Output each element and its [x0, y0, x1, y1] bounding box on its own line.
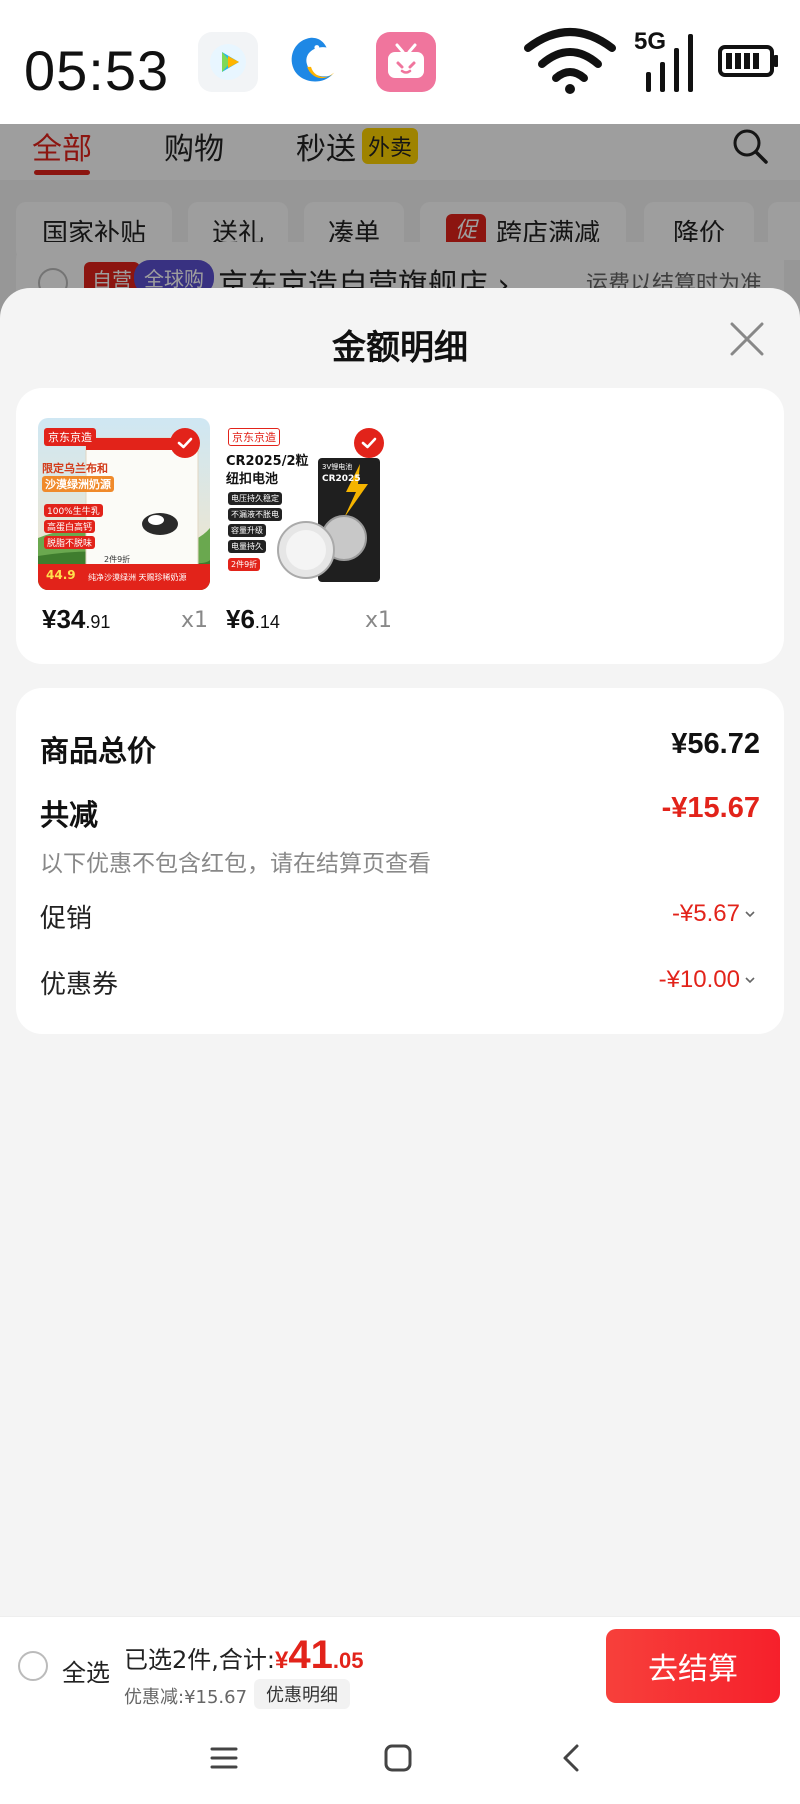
battery-icon: [718, 45, 778, 77]
checkout-button[interactable]: 去结算: [606, 1629, 780, 1703]
milk-headline: 限定乌兰布和: [42, 462, 108, 475]
5g-signal-icon: 5G: [634, 28, 700, 94]
milk-feature-3: 脱脂不脱味: [44, 536, 96, 549]
total-integer: 41: [288, 1633, 333, 1677]
status-time: 05:53: [24, 39, 170, 102]
product-price: ¥34.91: [42, 604, 110, 635]
back-icon[interactable]: [552, 1738, 592, 1778]
chevron-down-icon: [745, 977, 755, 984]
status-bar: 05:53 5G: [0, 0, 800, 124]
checkout-bar: 全选 已选2件,合计:¥41.05 优惠减:¥15.67 优惠明细 去结算: [0, 1616, 800, 1712]
menu-icon[interactable]: [204, 1738, 244, 1778]
coupon-value: -¥10.00: [658, 966, 740, 993]
checkout-summary: 已选2件,合计:¥41.05: [124, 1633, 363, 1678]
battery-pack-label: 3V锂电池: [322, 463, 353, 471]
promotion-value: -¥5.67: [671, 900, 740, 927]
product-item[interactable]: 京东京造 限定乌兰布和 沙漠绿洲奶源 100%生牛乳 高蛋白高钙 脱脂不脱味 2…: [38, 418, 210, 634]
close-icon[interactable]: [724, 316, 770, 362]
total-symbol: ¥: [274, 1647, 289, 1674]
total-amount: ¥41.05: [274, 1633, 364, 1677]
milk-feature-1: 100%生牛乳: [44, 504, 103, 517]
video-app-icon: [198, 32, 258, 92]
price-integer: ¥6: [226, 604, 255, 634]
product-price: ¥6.14: [226, 604, 280, 635]
total-reduction-label: 共减: [40, 798, 99, 832]
battery-feature-3: 容量升级: [228, 524, 266, 537]
sheet-title: 金额明细: [332, 328, 468, 368]
price-cents: .14: [254, 612, 280, 632]
discount-note: 以下优惠不包含红包，请在结算页查看: [40, 851, 431, 877]
coupon-label: 优惠券: [40, 970, 119, 1000]
discount-detail-button[interactable]: 优惠明细: [254, 1679, 350, 1709]
battery-brand-label: 京东京造: [228, 428, 280, 446]
product-item[interactable]: 京东京造 CR2025/2粒 纽扣电池 电压持久稳定 不漏液不胀电 容量升级 电…: [222, 418, 394, 634]
total-reduction-value: -¥15.67: [661, 792, 760, 824]
system-nav-bar: [0, 1712, 800, 1804]
milk-powder-product-image: 京东京造 限定乌兰布和 沙漠绿洲奶源 100%生牛乳 高蛋白高钙 脱脂不脱味 2…: [38, 418, 210, 590]
product-quantity: x1: [364, 608, 392, 633]
battery-promo: 2件9折: [228, 558, 261, 571]
system-icons: 5G: [524, 26, 780, 96]
promotion-row-toggle[interactable]: -¥5.67: [672, 900, 756, 928]
products-card: 京东京造 限定乌兰布和 沙漠绿洲奶源 100%生牛乳 高蛋白高钙 脱脂不脱味 2…: [16, 388, 784, 664]
promotion-label: 促销: [40, 904, 93, 934]
battery-feature-2: 不漏液不胀电: [228, 508, 282, 521]
battery-headline-2: 纽扣电池: [226, 472, 279, 487]
total-price-label: 商品总价: [40, 734, 157, 768]
price-integer: ¥34: [42, 604, 86, 634]
wifi-icon: [524, 28, 616, 94]
battery-pack-model: CR2025: [322, 474, 361, 484]
product-checked-icon[interactable]: [170, 428, 200, 458]
tv-app-icon: [376, 32, 436, 92]
select-all-label[interactable]: 全选: [62, 1653, 110, 1688]
milk-footer: 纯净沙漠绿洲 天赐珍稀奶源: [88, 573, 187, 582]
milk-feature-2: 高蛋白高钙: [44, 520, 96, 533]
product-quantity: x1: [180, 608, 208, 633]
battery-feature-4: 电量持久: [228, 540, 266, 553]
milk-promo: 2件9折: [104, 555, 131, 564]
milk-brand-label: 京东京造: [44, 428, 96, 446]
product-checked-icon[interactable]: [354, 428, 384, 458]
milk-headline-2: 沙漠绿洲奶源: [42, 476, 114, 492]
battery-headline: CR2025/2粒: [226, 454, 309, 469]
home-icon[interactable]: [378, 1738, 418, 1778]
price-breakdown-card: 商品总价 ¥56.72 共减 -¥15.67 以下优惠不包含红包，请在结算页查看…: [16, 688, 784, 1034]
dolphin-app-icon: [282, 32, 342, 92]
discount-amount: 优惠减:¥15.67: [124, 1687, 248, 1708]
total-cents: .05: [332, 1648, 364, 1673]
select-all-radio[interactable]: [18, 1651, 48, 1681]
amount-detail-sheet: 金额明细 京东京造 限定乌兰布和 沙漠绿洲奶源 100%生牛乳 高蛋白高钙 脱脂…: [0, 288, 800, 1804]
coupon-row-toggle[interactable]: -¥10.00: [659, 966, 756, 994]
battery-product-image: 京东京造 CR2025/2粒 纽扣电池 电压持久稳定 不漏液不胀电 容量升级 电…: [222, 418, 394, 590]
price-cents: .91: [85, 612, 111, 632]
milk-promo-price: 44.9: [46, 568, 76, 582]
total-price-value: ¥56.72: [671, 728, 760, 760]
chevron-down-icon: [745, 911, 755, 918]
battery-feature-1: 电压持久稳定: [228, 492, 282, 505]
selected-count-text: 已选2件,合计:: [124, 1646, 275, 1674]
